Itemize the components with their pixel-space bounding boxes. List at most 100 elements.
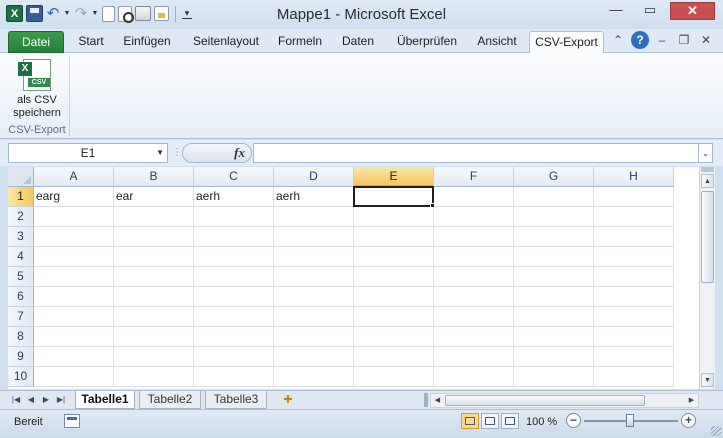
name-box[interactable]: E1 ▼	[8, 143, 168, 163]
row-header-8[interactable]: 8	[8, 327, 34, 347]
column-header-f[interactable]: F	[434, 167, 514, 187]
cell-g6[interactable]	[514, 287, 594, 307]
minimize-icon[interactable]: —	[602, 2, 630, 20]
cell-e9[interactable]	[354, 347, 434, 367]
cell-f9[interactable]	[434, 347, 514, 367]
expand-formula-bar-icon[interactable]: ⌄	[699, 143, 713, 163]
vertical-scroll-thumb[interactable]	[701, 191, 714, 283]
cell-h10[interactable]	[594, 367, 674, 387]
formula-input[interactable]	[253, 143, 699, 163]
cell-f10[interactable]	[434, 367, 514, 387]
row-header-4[interactable]: 4	[8, 247, 34, 267]
cell-h7[interactable]	[594, 307, 674, 327]
column-header-d[interactable]: D	[274, 167, 354, 187]
workbook-restore-icon[interactable]: ❐	[675, 31, 693, 49]
sheet-tab-tabelle1[interactable]: Tabelle1	[75, 391, 135, 409]
cell-b2[interactable]	[114, 207, 194, 227]
cell-a1[interactable]: earg	[34, 187, 114, 207]
cell-a7[interactable]	[34, 307, 114, 327]
workbook-close-icon[interactable]: ✕	[697, 31, 715, 49]
cell-f2[interactable]	[434, 207, 514, 227]
cell-g9[interactable]	[514, 347, 594, 367]
cell-c10[interactable]	[194, 367, 274, 387]
macro-recording-icon[interactable]	[64, 414, 80, 428]
column-header-a[interactable]: A	[34, 167, 114, 187]
cell-b10[interactable]	[114, 367, 194, 387]
row-header-7[interactable]: 7	[8, 307, 34, 327]
scroll-down-icon[interactable]: ▼	[701, 373, 714, 387]
name-box-dropdown-icon[interactable]: ▼	[156, 144, 164, 162]
cell-b1[interactable]: ear	[114, 187, 194, 207]
cell-d7[interactable]	[274, 307, 354, 327]
cell-b4[interactable]	[114, 247, 194, 267]
cell-a3[interactable]	[34, 227, 114, 247]
cell-g8[interactable]	[514, 327, 594, 347]
cell-a10[interactable]	[34, 367, 114, 387]
cell-e6[interactable]	[354, 287, 434, 307]
cell-c7[interactable]	[194, 307, 274, 327]
cell-d4[interactable]	[274, 247, 354, 267]
scroll-right-icon[interactable]: ▶	[685, 394, 698, 407]
cell-h3[interactable]	[594, 227, 674, 247]
cell-b6[interactable]	[114, 287, 194, 307]
zoom-in-icon[interactable]: +	[681, 413, 696, 428]
cell-g10[interactable]	[514, 367, 594, 387]
workbook-minimize-icon[interactable]: –	[653, 31, 671, 49]
column-header-c[interactable]: C	[194, 167, 274, 187]
tab-insert[interactable]: Einfügen	[117, 31, 177, 53]
cell-b3[interactable]	[114, 227, 194, 247]
horizontal-scroll-thumb[interactable]	[445, 395, 645, 406]
cell-g4[interactable]	[514, 247, 594, 267]
cell-b9[interactable]	[114, 347, 194, 367]
cell-b8[interactable]	[114, 327, 194, 347]
first-sheet-icon[interactable]: |◀	[10, 393, 22, 407]
cell-f1[interactable]	[434, 187, 514, 207]
row-header-10[interactable]: 10	[8, 367, 34, 387]
zoom-out-icon[interactable]: −	[566, 413, 581, 428]
cell-f4[interactable]	[434, 247, 514, 267]
sheet-tab-tabelle3[interactable]: Tabelle3	[205, 391, 267, 409]
cell-e2[interactable]	[354, 207, 434, 227]
maximize-icon[interactable]: ▭	[636, 2, 664, 20]
tab-data[interactable]: Daten	[333, 31, 383, 53]
save-as-csv-button[interactable]: als CSV speichern	[8, 57, 66, 121]
scroll-left-icon[interactable]: ◀	[431, 394, 444, 407]
vertical-split-handle[interactable]	[701, 167, 714, 172]
worksheet-grid[interactable]: A B C D E F G H 1 earg ear aerh aerh 2 3 4 5 6 7 8 9 10	[8, 167, 699, 389]
cell-c1[interactable]: aerh	[194, 187, 274, 207]
insert-function-icon[interactable]: fx	[234, 145, 245, 161]
cell-c6[interactable]	[194, 287, 274, 307]
cell-f6[interactable]	[434, 287, 514, 307]
cell-b5[interactable]	[114, 267, 194, 287]
tab-csv-export[interactable]: CSV-Export	[529, 31, 604, 54]
next-sheet-icon[interactable]: ▶	[40, 393, 52, 407]
row-header-6[interactable]: 6	[8, 287, 34, 307]
close-icon[interactable]: ✕	[670, 2, 715, 20]
cell-a2[interactable]	[34, 207, 114, 227]
scroll-up-icon[interactable]: ▲	[701, 174, 714, 188]
cell-a6[interactable]	[34, 287, 114, 307]
cell-e5[interactable]	[354, 267, 434, 287]
cell-a9[interactable]	[34, 347, 114, 367]
tab-page-layout[interactable]: Seitenlayout	[185, 31, 267, 53]
page-break-view-icon[interactable]	[501, 413, 519, 429]
cell-a4[interactable]	[34, 247, 114, 267]
column-header-h[interactable]: H	[594, 167, 674, 187]
cell-e10[interactable]	[354, 367, 434, 387]
cell-f5[interactable]	[434, 267, 514, 287]
zoom-slider-thumb[interactable]	[626, 414, 634, 427]
tab-formulas[interactable]: Formeln	[273, 31, 327, 53]
cell-e4[interactable]	[354, 247, 434, 267]
cell-c8[interactable]	[194, 327, 274, 347]
row-header-5[interactable]: 5	[8, 267, 34, 287]
formula-bar-grip-icon[interactable]: ⋮	[172, 143, 182, 163]
cell-f3[interactable]	[434, 227, 514, 247]
cell-f7[interactable]	[434, 307, 514, 327]
cell-f8[interactable]	[434, 327, 514, 347]
cell-g2[interactable]	[514, 207, 594, 227]
select-all-corner[interactable]	[8, 167, 34, 187]
sheet-tab-tabelle2[interactable]: Tabelle2	[139, 391, 201, 409]
zoom-level[interactable]: 100 %	[526, 416, 557, 428]
cell-c2[interactable]	[194, 207, 274, 227]
cell-h1[interactable]	[594, 187, 674, 207]
